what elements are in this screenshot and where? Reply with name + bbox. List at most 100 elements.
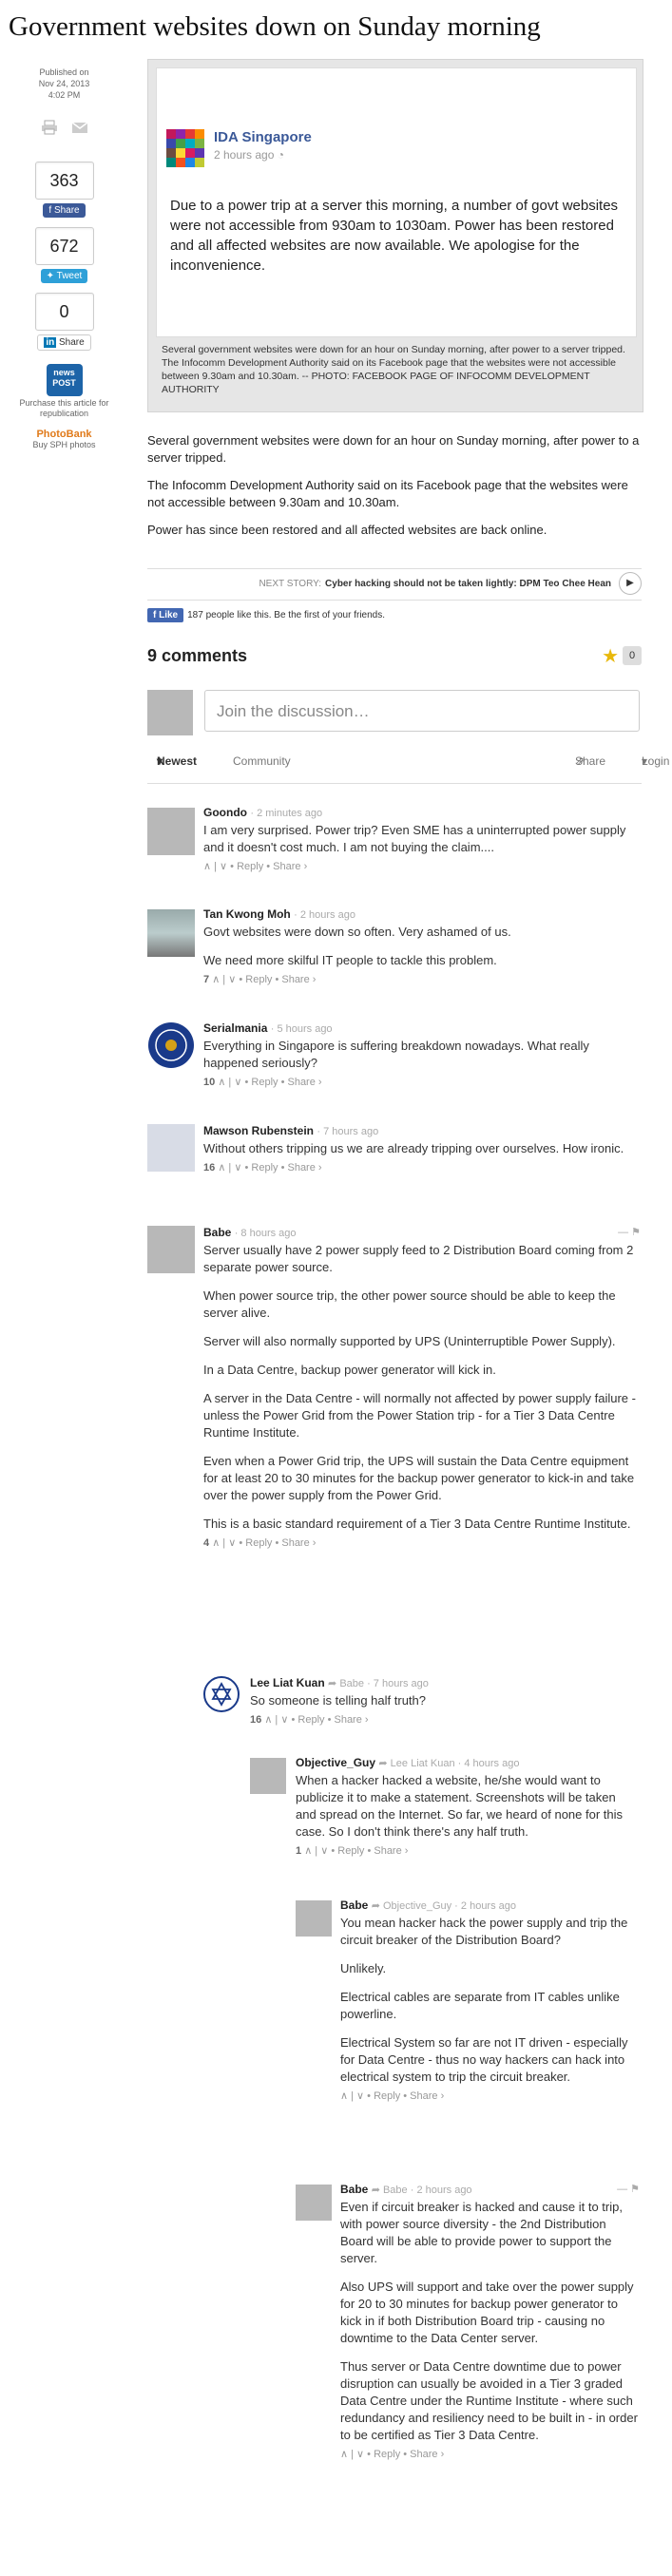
- comment-author[interactable]: Babe · 8 hours ago: [203, 1226, 641, 1239]
- comment-actions: ∧ | ∨ • Reply • Share ›: [340, 2090, 445, 2102]
- share-button[interactable]: Share ›: [410, 2449, 444, 2460]
- comment-time: · 2 minutes ago: [250, 808, 323, 819]
- comment-author[interactable]: Babe ➦ Objective_Guy · 2 hours ago: [340, 1899, 640, 1912]
- comment-actions: 1 ∧ | ∨ • Reply • Share ›: [296, 1845, 409, 1857]
- article-image: IDA Singapore 2 hours ago ◔ Due to a pow…: [147, 59, 643, 412]
- share-button[interactable]: Share ›: [374, 1845, 408, 1857]
- next-story[interactable]: NEXT STORY: Cyber hacking should not be t…: [147, 568, 642, 601]
- reply-button[interactable]: Reply: [374, 2449, 400, 2460]
- reply-button[interactable]: Reply: [251, 1162, 278, 1174]
- downvote-icon[interactable]: ∨: [228, 1537, 236, 1549]
- upvote-icon[interactable]: ∧: [218, 1162, 225, 1174]
- reply-button[interactable]: Reply: [245, 974, 272, 985]
- comment-author[interactable]: Goondo · 2 minutes ago: [203, 806, 641, 819]
- comment-avatar[interactable]: [296, 2185, 332, 2221]
- comment-author[interactable]: Objective_Guy ➦ Lee Liat Kuan · 4 hours …: [296, 1756, 640, 1769]
- comment-author[interactable]: Lee Liat Kuan ➦ Babe · 7 hours ago: [250, 1676, 640, 1689]
- newspost-logo[interactable]: news POST: [46, 364, 83, 396]
- reply-button[interactable]: Reply: [237, 861, 263, 872]
- star-count: 0: [623, 646, 642, 665]
- downvote-icon[interactable]: ∨: [356, 2449, 364, 2460]
- reply-button[interactable]: Reply: [337, 1845, 364, 1857]
- upvote-icon[interactable]: ∧: [264, 1714, 272, 1726]
- photobank-logo[interactable]: PhotoBank: [19, 429, 109, 440]
- share-button[interactable]: Share ›: [281, 974, 316, 985]
- vote-count: 1: [296, 1845, 302, 1857]
- downvote-icon[interactable]: ∨: [356, 2090, 364, 2102]
- post-time: 2 hours ago ◔: [214, 148, 284, 162]
- downvote-icon[interactable]: ∨: [220, 861, 227, 872]
- comment-avatar[interactable]: [147, 1124, 195, 1172]
- comment-count: 9 comments: [147, 646, 248, 665]
- share-button[interactable]: Share ›: [273, 861, 307, 872]
- star-icon[interactable]: ★: [602, 644, 619, 668]
- arrow-right-icon[interactable]: ▶: [619, 572, 642, 596]
- reply-button[interactable]: Reply: [245, 1537, 272, 1549]
- comment-avatar[interactable]: [147, 1021, 195, 1069]
- upvote-icon[interactable]: ∧: [212, 974, 220, 985]
- ida-logo-icon: [166, 129, 204, 167]
- comment-avatar[interactable]: [250, 1758, 286, 1794]
- comment: Babe ➦ Objective_Guy · 2 hours ago You m…: [340, 1899, 640, 2102]
- upvote-icon[interactable]: ∧: [304, 1845, 312, 1857]
- reply-button[interactable]: Reply: [374, 2090, 400, 2102]
- comment-actions: 16 ∧ | ∨ • Reply • Share ›: [250, 1714, 369, 1726]
- upvote-icon[interactable]: ∧: [340, 2449, 348, 2460]
- upvote-icon[interactable]: ∧: [212, 1537, 220, 1549]
- purchase-link[interactable]: Purchase this article for republication: [19, 398, 109, 419]
- article-paragraph: Several government websites were down fo…: [147, 433, 640, 465]
- vote-count: 16: [203, 1162, 216, 1174]
- comment-avatar[interactable]: [296, 1900, 332, 1937]
- comment-actions: ∧ | ∨ • Reply • Share ›: [340, 2449, 445, 2460]
- comment: Babe · 8 hours ago — ⚑ Server usually ha…: [203, 1226, 641, 1549]
- comment-author[interactable]: Mawson Rubenstein · 7 hours ago: [203, 1124, 641, 1137]
- upvote-icon[interactable]: ∧: [340, 2090, 348, 2102]
- user-avatar: [147, 690, 193, 735]
- share-button[interactable]: Share ›: [287, 1077, 321, 1088]
- comment-avatar[interactable]: [147, 909, 195, 957]
- upvote-icon[interactable]: ∧: [218, 1077, 225, 1088]
- share-button[interactable]: Share ›: [287, 1162, 321, 1174]
- email-icon[interactable]: [70, 120, 89, 135]
- downvote-icon[interactable]: ∨: [280, 1714, 288, 1726]
- linkedin-share-button[interactable]: in Share: [37, 334, 91, 351]
- comment-actions: 16 ∧ | ∨ • Reply • Share ›: [203, 1162, 322, 1174]
- comment: Objective_Guy ➦ Lee Liat Kuan · 4 hours …: [296, 1756, 640, 1857]
- next-story-title[interactable]: Cyber hacking should not be taken lightl…: [325, 579, 611, 589]
- reply-button[interactable]: Reply: [298, 1714, 324, 1726]
- share-button[interactable]: Share ›: [410, 2090, 444, 2102]
- downvote-icon[interactable]: ∨: [234, 1162, 241, 1174]
- photobank-link[interactable]: Buy SPH photos: [19, 440, 109, 450]
- comment-text: Everything in Singapore is suffering bre…: [203, 1039, 589, 1070]
- comment-avatar[interactable]: [203, 1676, 240, 1712]
- facebook-like-button[interactable]: f Like: [147, 608, 184, 622]
- comment-avatar[interactable]: [147, 1226, 195, 1273]
- chevron-down-icon: ▾: [642, 754, 648, 768]
- comment-author[interactable]: Serialmania · 5 hours ago: [203, 1021, 641, 1035]
- share-button[interactable]: Share ›: [281, 1537, 316, 1549]
- reply-to: ➦ Objective_Guy · 2 hours ago: [371, 1900, 517, 1912]
- comment-avatar[interactable]: [147, 808, 195, 855]
- comment-author[interactable]: Babe ➦ Babe · 2 hours ago: [340, 2183, 640, 2196]
- print-icon[interactable]: [40, 120, 59, 135]
- reply-button[interactable]: Reply: [251, 1077, 278, 1088]
- comment: Goondo · 2 minutes ago I am very surpris…: [203, 806, 641, 872]
- published-time: 4:02 PM: [48, 90, 81, 100]
- upvote-icon[interactable]: ∧: [203, 861, 211, 872]
- comment-time: · 5 hours ago: [270, 1023, 333, 1035]
- tweet-button[interactable]: ✦ Tweet: [40, 269, 88, 283]
- share-button[interactable]: Share ›: [334, 1714, 368, 1726]
- comment-author[interactable]: Tan Kwong Moh · 2 hours ago: [203, 907, 641, 921]
- comment-input[interactable]: Join the discussion…: [204, 690, 640, 732]
- facebook-like-widget: f Like 187 people like this. Be the first…: [147, 608, 385, 622]
- downvote-icon[interactable]: ∨: [234, 1077, 241, 1088]
- flag-icon[interactable]: — ⚑: [617, 2183, 640, 2195]
- flag-icon[interactable]: — ⚑: [618, 1226, 641, 1238]
- downvote-icon[interactable]: ∨: [228, 974, 236, 985]
- tab-community[interactable]: Community: [233, 754, 291, 768]
- comment-text: Even if circuit breaker is hacked and ca…: [340, 2200, 638, 2442]
- twitter-count: 672: [34, 227, 94, 265]
- downvote-icon[interactable]: ∨: [320, 1845, 328, 1857]
- share-icon: ⇗: [575, 754, 586, 768]
- facebook-share-button[interactable]: f Share: [43, 203, 86, 218]
